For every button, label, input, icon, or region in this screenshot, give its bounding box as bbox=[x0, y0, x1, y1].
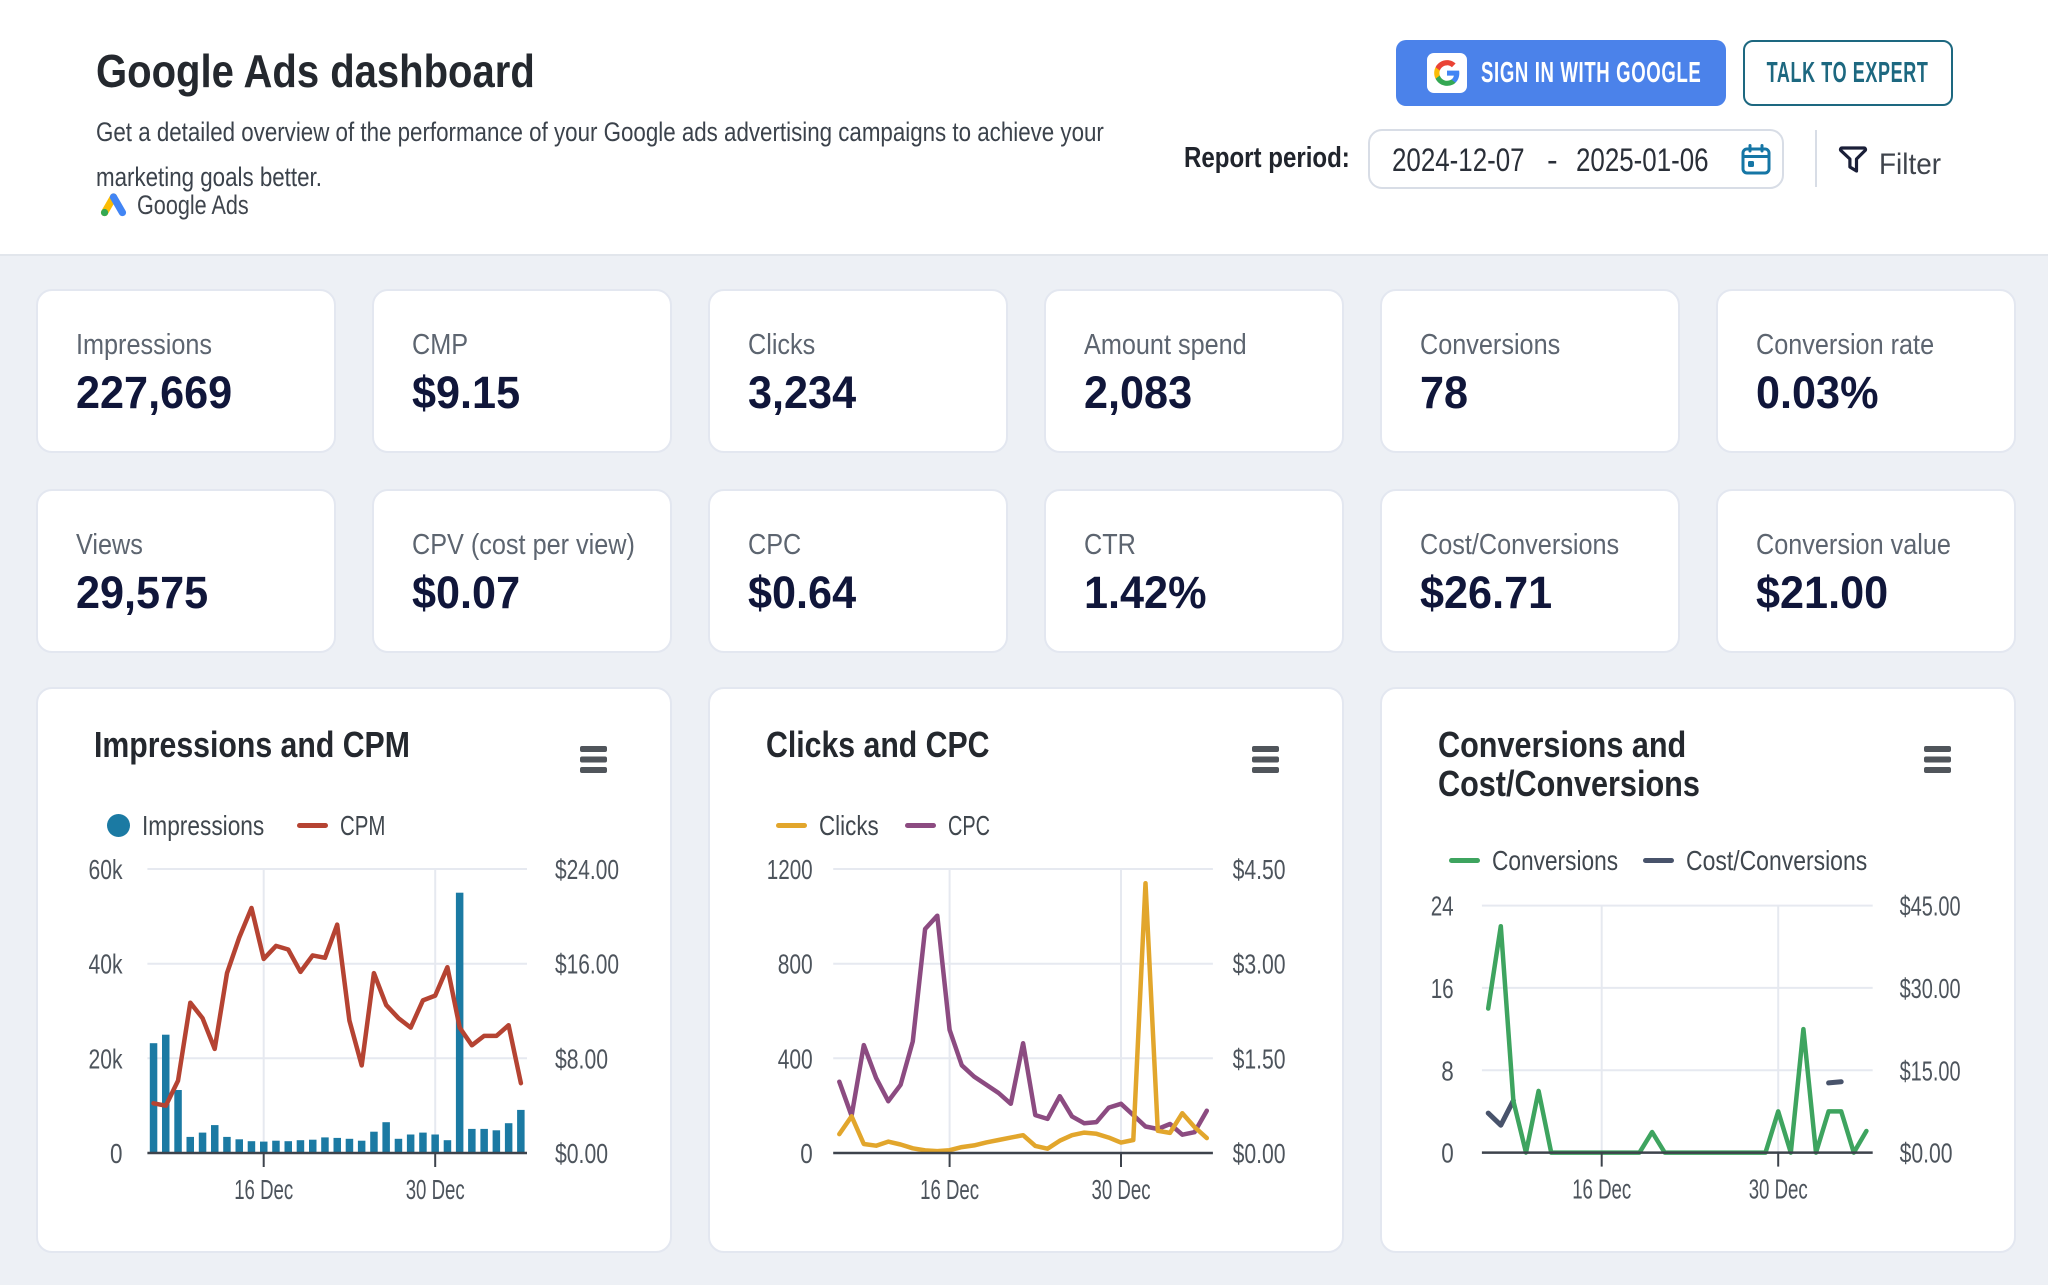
svg-text:40k: 40k bbox=[89, 949, 124, 980]
svg-text:24: 24 bbox=[1431, 891, 1454, 922]
svg-text:0: 0 bbox=[1441, 1138, 1454, 1169]
svg-text:60k: 60k bbox=[89, 854, 124, 885]
svg-text:16 Dec: 16 Dec bbox=[920, 1174, 979, 1205]
svg-text:$45.00: $45.00 bbox=[1900, 891, 1961, 922]
svg-text:$24.00: $24.00 bbox=[555, 854, 619, 885]
svg-text:400: 400 bbox=[778, 1043, 813, 1074]
svg-text:$16.00: $16.00 bbox=[555, 949, 619, 980]
svg-text:$3.00: $3.00 bbox=[1233, 949, 1286, 980]
svg-text:$0.00: $0.00 bbox=[1900, 1138, 1953, 1169]
svg-text:0: 0 bbox=[110, 1138, 123, 1169]
svg-text:$15.00: $15.00 bbox=[1900, 1055, 1961, 1086]
svg-text:8: 8 bbox=[1441, 1055, 1454, 1086]
svg-text:1200: 1200 bbox=[767, 854, 813, 885]
svg-text:800: 800 bbox=[778, 949, 813, 980]
svg-text:30 Dec: 30 Dec bbox=[406, 1174, 465, 1205]
svg-text:$1.50: $1.50 bbox=[1233, 1043, 1286, 1074]
svg-text:$0.00: $0.00 bbox=[555, 1138, 608, 1169]
svg-text:16: 16 bbox=[1431, 973, 1454, 1004]
svg-text:$8.00: $8.00 bbox=[555, 1043, 608, 1074]
svg-text:16 Dec: 16 Dec bbox=[1572, 1174, 1631, 1205]
svg-text:$4.50: $4.50 bbox=[1233, 854, 1286, 885]
svg-text:30 Dec: 30 Dec bbox=[1749, 1174, 1808, 1205]
svg-text:$30.00: $30.00 bbox=[1900, 973, 1961, 1004]
svg-text:30 Dec: 30 Dec bbox=[1092, 1174, 1151, 1205]
svg-text:$0.00: $0.00 bbox=[1233, 1138, 1286, 1169]
svg-text:16 Dec: 16 Dec bbox=[234, 1174, 293, 1205]
svg-text:20k: 20k bbox=[89, 1043, 124, 1074]
svg-text:0: 0 bbox=[800, 1138, 813, 1169]
